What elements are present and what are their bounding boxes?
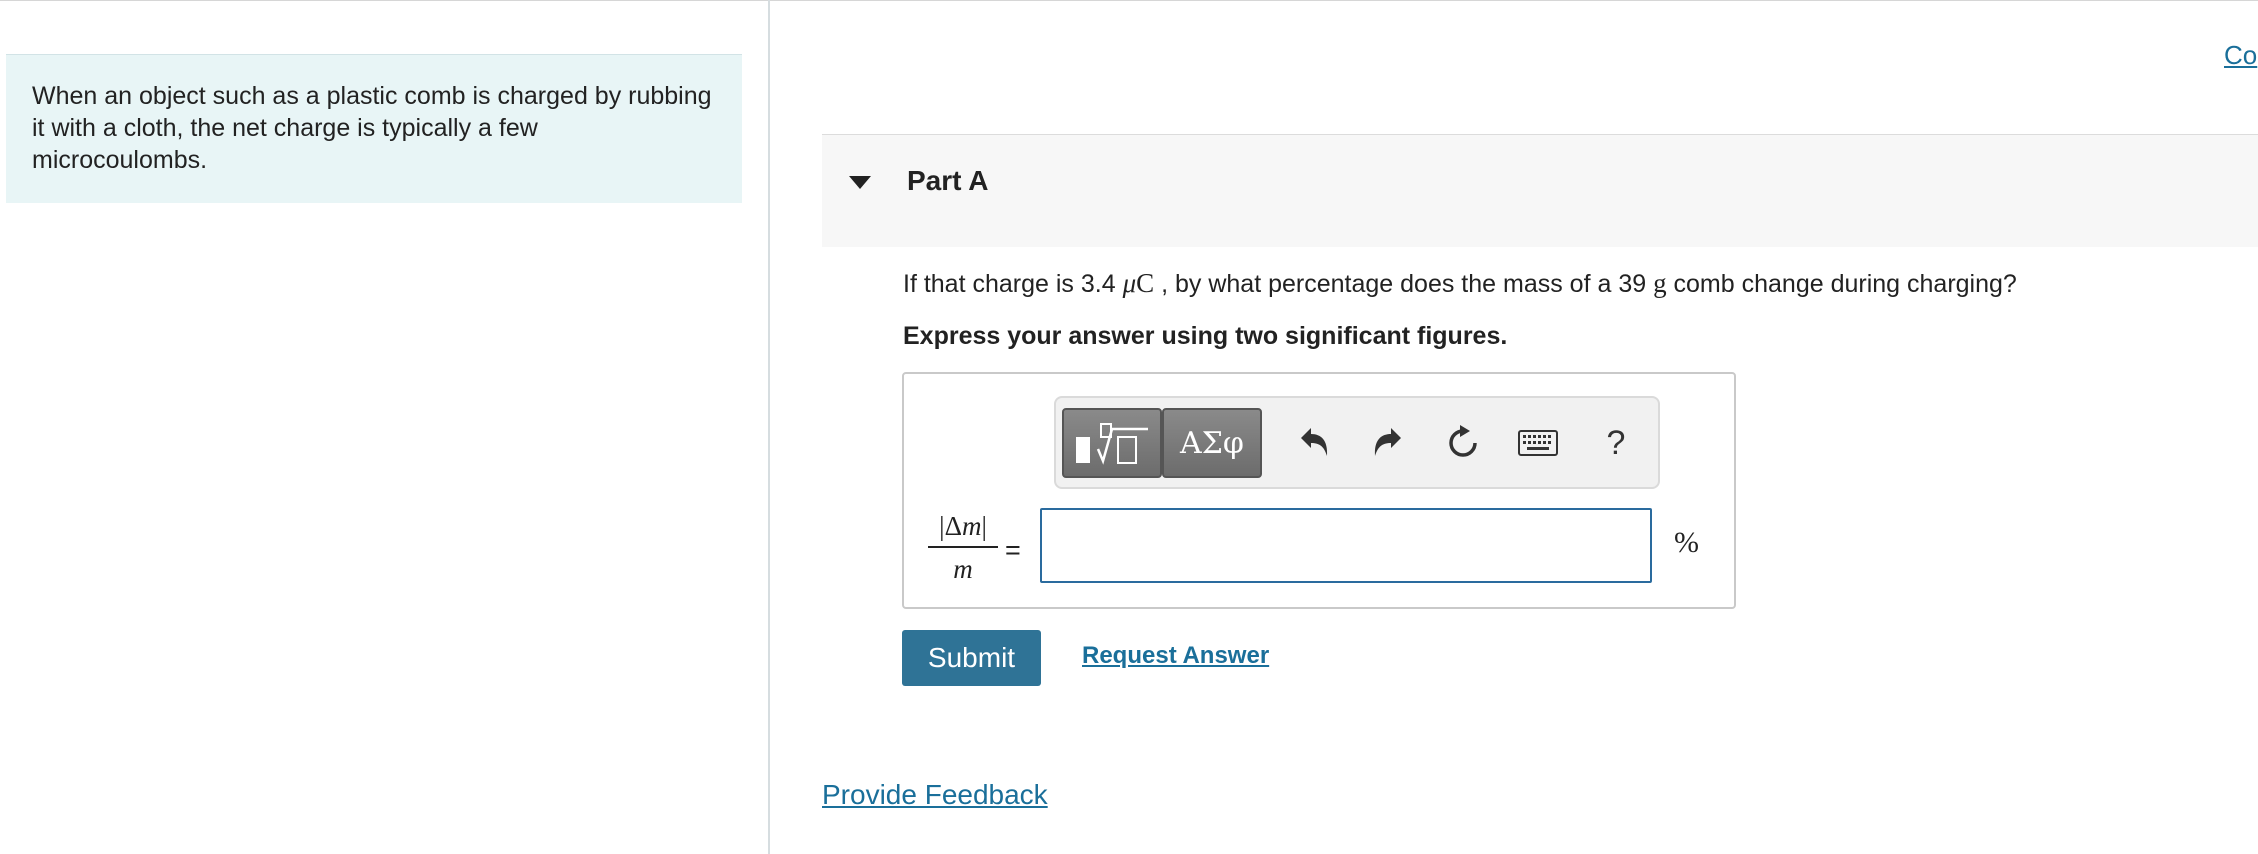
- charge-unit: μC: [1122, 268, 1155, 298]
- answer-input[interactable]: [1040, 508, 1652, 583]
- redo-icon: [1374, 428, 1401, 456]
- question-pre: If that charge is 3.4: [903, 270, 1123, 298]
- lhs-fraction: |Δm| m: [928, 511, 998, 585]
- charge-unit-prefix: μ: [1122, 268, 1137, 298]
- question-text: If that charge is 3.4 μC , by what perce…: [903, 268, 2017, 299]
- reset-icon: [1449, 425, 1477, 457]
- question-post: comb change during charging?: [1666, 270, 2017, 298]
- question-mid: , by what percentage does the mass of a …: [1154, 270, 1654, 298]
- caret-down-icon[interactable]: [849, 176, 871, 189]
- lhs-numerator: |Δm|: [928, 511, 998, 548]
- unit-label: %: [1674, 526, 1699, 559]
- help-button[interactable]: ?: [1586, 408, 1646, 478]
- request-answer-link[interactable]: Request Answer: [1082, 642, 1269, 670]
- math-toolbar: ΑΣφ ?: [1054, 396, 1660, 489]
- greek-letters-icon: ΑΣφ: [1180, 425, 1244, 461]
- mass-unit: g: [1653, 268, 1667, 298]
- delta-symbol: Δ: [944, 511, 962, 541]
- keyboard-button[interactable]: [1508, 408, 1568, 478]
- part-title: Part A: [907, 165, 989, 196]
- redo-button[interactable]: [1358, 408, 1418, 478]
- undo-icon: [1301, 428, 1328, 456]
- pane-divider: [768, 0, 770, 854]
- equals-sign: =: [1005, 535, 1021, 565]
- intro-panel: When an object such as a plastic comb is…: [6, 54, 742, 203]
- lhs-denominator: m: [953, 554, 973, 584]
- templates-button[interactable]: [1062, 408, 1162, 478]
- part-header[interactable]: Part A: [822, 134, 2258, 247]
- instruction-text: Express your answer using two significan…: [903, 322, 1508, 350]
- undo-button[interactable]: [1284, 408, 1344, 478]
- numerator-var: m: [961, 511, 982, 541]
- co-link[interactable]: Co: [2224, 40, 2257, 71]
- reset-button[interactable]: [1433, 408, 1493, 478]
- top-border: [0, 0, 2258, 1]
- templates-icon: [1076, 423, 1148, 465]
- provide-feedback-link[interactable]: Provide Feedback: [822, 779, 1048, 811]
- abs-bar-right: |: [981, 511, 987, 541]
- submit-button[interactable]: Submit: [902, 630, 1041, 686]
- greek-letters-button[interactable]: ΑΣφ: [1162, 408, 1262, 478]
- intro-text: When an object such as a plastic comb is…: [32, 82, 712, 174]
- keyboard-icon: [1518, 430, 1558, 456]
- help-icon: ?: [1606, 423, 1626, 462]
